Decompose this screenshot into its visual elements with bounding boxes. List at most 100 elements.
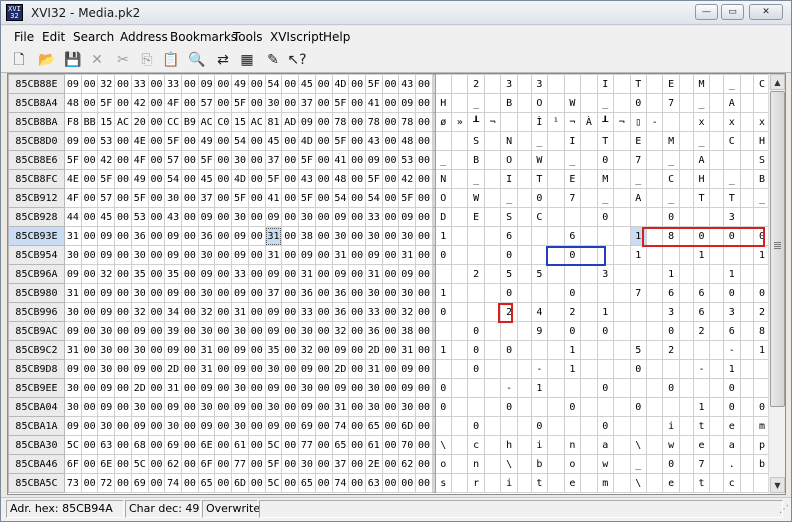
char-cell[interactable] <box>613 340 631 360</box>
char-cell[interactable]: e <box>692 435 711 455</box>
hex-byte[interactable]: 6D <box>398 416 417 436</box>
hex-byte[interactable]: 00 <box>214 416 233 436</box>
hex-byte[interactable]: 00 <box>281 169 300 189</box>
hex-byte[interactable]: 00 <box>114 416 132 436</box>
char-cell[interactable] <box>516 321 532 341</box>
char-cell[interactable]: 0 <box>434 397 452 417</box>
row-address[interactable]: 85CB996 <box>8 302 66 322</box>
hex-byte[interactable]: 41 <box>331 150 350 170</box>
hex-byte[interactable]: 38 <box>398 321 417 341</box>
char-cell[interactable]: 6 <box>723 321 741 341</box>
hex-byte[interactable]: 00 <box>348 473 366 493</box>
hex-byte[interactable]: 31 <box>264 226 283 246</box>
char-cell[interactable] <box>645 169 664 189</box>
hex-byte[interactable]: 09 <box>298 359 316 379</box>
char-cell[interactable] <box>662 245 680 265</box>
script-icon[interactable]: ✎ <box>263 50 283 70</box>
hex-byte[interactable]: 00 <box>314 112 333 132</box>
char-cell[interactable] <box>483 169 502 189</box>
char-cell[interactable]: m <box>596 473 615 493</box>
char-cell[interactable]: 0 <box>723 226 741 246</box>
char-cell[interactable] <box>467 283 485 303</box>
hex-byte[interactable]: 09 <box>264 416 283 436</box>
paste-icon[interactable]: 📋 <box>161 50 181 70</box>
hex-byte[interactable]: 00 <box>214 150 233 170</box>
char-cell[interactable] <box>450 169 469 189</box>
char-cell[interactable]: D <box>434 207 452 227</box>
char-cell[interactable]: O <box>530 93 549 113</box>
char-cell[interactable]: 0 <box>629 397 647 417</box>
hex-byte[interactable]: 30 <box>364 397 383 417</box>
hex-byte[interactable]: 00 <box>147 473 166 493</box>
char-cell[interactable] <box>530 226 549 246</box>
hex-byte[interactable]: 5C <box>264 435 283 455</box>
char-cell[interactable]: C <box>530 207 549 227</box>
char-cell[interactable] <box>645 283 664 303</box>
hex-byte[interactable]: 00 <box>147 454 166 474</box>
char-cell[interactable]: T <box>692 188 711 208</box>
char-cell[interactable] <box>483 340 502 360</box>
hex-byte[interactable]: 4E <box>130 131 149 151</box>
char-cell[interactable] <box>516 150 532 170</box>
hex-byte[interactable]: 00 <box>181 416 199 436</box>
char-cell[interactable] <box>645 435 664 455</box>
row-address[interactable]: 85CB93E <box>8 226 66 246</box>
hex-byte[interactable]: 00 <box>348 245 366 265</box>
hex-byte[interactable]: 69 <box>164 435 183 455</box>
char-cell[interactable]: 0 <box>563 283 582 303</box>
hex-byte[interactable]: 00 <box>247 359 266 379</box>
char-cell[interactable] <box>483 435 502 455</box>
char-cell[interactable]: ▯ <box>629 112 647 132</box>
hex-byte[interactable]: 00 <box>181 131 199 151</box>
char-cell[interactable] <box>483 74 502 94</box>
char-cell[interactable] <box>596 397 615 417</box>
hex-byte[interactable]: 35 <box>130 264 149 284</box>
hex-byte[interactable]: 09 <box>231 397 249 417</box>
char-cell[interactable] <box>450 188 469 208</box>
hex-byte[interactable]: 37 <box>298 93 316 113</box>
hex-byte[interactable]: 73 <box>64 473 82 493</box>
cut-icon[interactable]: ✂ <box>113 50 133 70</box>
char-cell[interactable]: 3 <box>662 302 680 322</box>
char-cell[interactable]: 1 <box>434 226 452 246</box>
hex-byte[interactable]: 00 <box>415 226 433 246</box>
char-cell[interactable] <box>645 150 664 170</box>
char-cell[interactable]: W <box>467 188 485 208</box>
char-cell[interactable] <box>450 397 469 417</box>
hex-byte[interactable]: 65 <box>364 416 383 436</box>
hex-byte[interactable]: 00 <box>281 435 300 455</box>
hex-byte[interactable]: 78 <box>398 112 417 132</box>
char-cell[interactable]: 0 <box>723 397 741 417</box>
char-cell[interactable] <box>678 340 694 360</box>
hex-byte[interactable]: 09 <box>298 245 316 265</box>
hex-byte[interactable]: 00 <box>381 416 400 436</box>
hex-byte[interactable]: 32 <box>331 321 350 341</box>
hex-byte[interactable]: 00 <box>214 188 233 208</box>
char-cell[interactable] <box>483 473 502 493</box>
char-cell[interactable] <box>739 245 755 265</box>
char-cell[interactable]: _ <box>723 74 741 94</box>
hex-byte[interactable]: 2E <box>364 454 383 474</box>
hex-byte[interactable]: 00 <box>381 454 400 474</box>
char-cell[interactable]: ┸ <box>467 112 485 132</box>
hex-byte[interactable]: 00 <box>281 321 300 341</box>
hex-byte[interactable]: 41 <box>364 93 383 113</box>
hex-byte[interactable]: 43 <box>164 207 183 227</box>
hex-byte[interactable]: 09 <box>364 245 383 265</box>
char-cell[interactable] <box>739 207 755 227</box>
char-cell[interactable] <box>547 302 565 322</box>
char-cell[interactable] <box>709 188 725 208</box>
char-cell[interactable] <box>662 397 680 417</box>
char-cell[interactable] <box>467 226 485 246</box>
char-cell[interactable]: 0 <box>662 454 680 474</box>
row-address[interactable]: 85CB954 <box>8 245 66 265</box>
hex-byte[interactable]: 48 <box>64 93 82 113</box>
char-cell[interactable]: B <box>467 150 485 170</box>
hex-byte[interactable]: 74 <box>331 473 350 493</box>
char-cell[interactable] <box>739 74 755 94</box>
hex-byte[interactable]: 00 <box>214 264 233 284</box>
hex-byte[interactable]: 81 <box>264 112 283 132</box>
hex-byte[interactable]: 65 <box>197 473 216 493</box>
hex-byte[interactable]: 31 <box>331 397 350 417</box>
hex-byte[interactable]: 00 <box>281 93 300 113</box>
